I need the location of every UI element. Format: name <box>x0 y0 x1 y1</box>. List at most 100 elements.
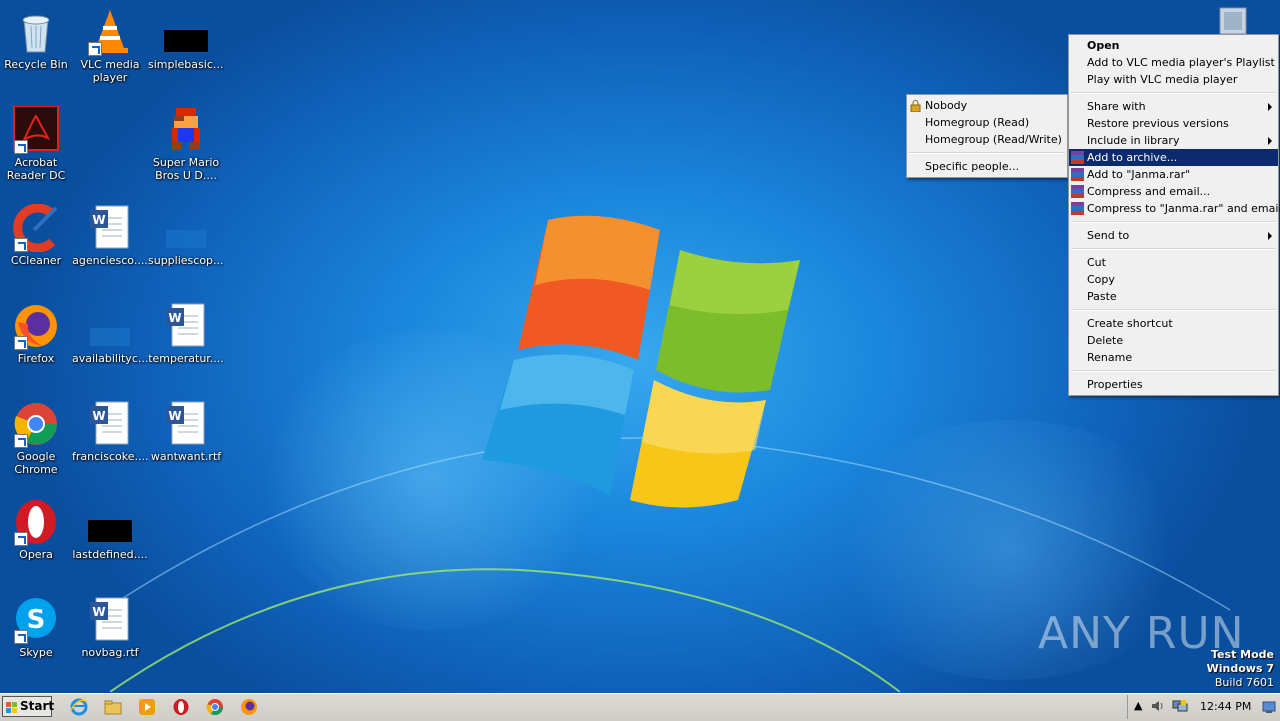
build-label: Build 7601 <box>1214 676 1274 689</box>
desktop-icon-word-doc[interactable]: W temperatur.... <box>148 302 224 365</box>
menu-item-delete[interactable]: Delete <box>1069 332 1278 349</box>
shortcut-arrow-icon <box>14 336 28 350</box>
menu-item-copy[interactable]: Copy <box>1069 271 1278 288</box>
menu-item-restore-previous[interactable]: Restore previous versions <box>1069 115 1278 132</box>
menu-item-add-vlc-playlist[interactable]: Add to VLC media player's Playlist <box>1069 54 1278 71</box>
desktop-icon-label: Opera <box>19 548 53 561</box>
menu-item-include-library[interactable]: Include in library <box>1069 132 1278 149</box>
show-desktop-icon[interactable] <box>1262 700 1276 717</box>
blank-file-icon <box>86 498 134 546</box>
show-hidden-icons-icon[interactable]: ▲ <box>1134 699 1142 712</box>
menu-item-properties[interactable]: Properties <box>1069 376 1278 393</box>
desktop-icon-label: Recycle Bin <box>4 58 68 71</box>
menu-separator <box>1071 221 1276 223</box>
menu-item-add-archive[interactable]: Add to archive... <box>1069 149 1278 166</box>
menu-item-specific-people[interactable]: Specific people... <box>907 158 1067 175</box>
blank-file-icon <box>162 204 210 252</box>
winrar-icon <box>1071 202 1084 215</box>
desktop-icon-label: franciscoke.... <box>72 450 148 463</box>
desktop-icon-skype[interactable]: S Skype <box>0 596 74 659</box>
winrar-icon <box>1071 185 1084 198</box>
desktop-icon-label: agenciesco.... <box>72 254 148 267</box>
svg-text:W: W <box>92 409 105 423</box>
desktop-icon-word-doc[interactable]: W novbag.rtf <box>72 596 148 659</box>
opera-icon[interactable] <box>172 698 190 716</box>
menu-separator <box>909 152 1065 154</box>
ie-icon[interactable] <box>70 698 88 716</box>
blank-file-icon <box>162 8 210 56</box>
windows-flag-icon <box>6 701 18 720</box>
acrobat-icon <box>12 105 60 154</box>
menu-item-homegroup-read[interactable]: Homegroup (Read) <box>907 114 1067 131</box>
network-icon[interactable] <box>1172 699 1188 716</box>
desktop-icon-label: availabilityc.... <box>72 352 148 365</box>
menu-item-nobody[interactable]: Nobody <box>907 97 1067 114</box>
submenu-arrow-icon <box>1268 137 1272 145</box>
firefox-icon[interactable] <box>240 698 258 716</box>
svg-text:S: S <box>27 605 46 635</box>
svg-text:W: W <box>92 213 105 227</box>
recycle-bin-icon <box>12 8 60 56</box>
media-player-icon[interactable] <box>138 698 156 716</box>
menu-item-compress-email[interactable]: Compress and email... <box>1069 183 1278 200</box>
windows-logo <box>482 215 800 508</box>
chrome-icon[interactable] <box>206 698 224 716</box>
desktop-icon-word-doc[interactable]: W agenciesco.... <box>72 204 148 267</box>
word-doc-icon: W <box>162 302 210 350</box>
shortcut-arrow-icon <box>14 434 28 448</box>
desktop-icon-file[interactable]: availabilityc.... <box>72 302 148 365</box>
shortcut-arrow-icon <box>14 532 28 546</box>
desktop-icon-word-doc[interactable]: W wantwant.rtf <box>148 400 224 463</box>
svg-text:W: W <box>168 409 181 423</box>
menu-item-create-shortcut[interactable]: Create shortcut <box>1069 315 1278 332</box>
desktop-icon-label: Google Chrome <box>14 450 58 476</box>
desktop-icon-file[interactable]: suppliescop.... <box>148 204 224 267</box>
desktop-icon-label: suppliescop.... <box>148 254 224 267</box>
desktop-icon-firefox[interactable]: Firefox <box>0 302 74 365</box>
desktop-icon-file[interactable]: lastdefined.... <box>72 498 148 561</box>
desktop-icon-label: VLC media player <box>80 58 140 84</box>
desktop-icon-label: temperatur.... <box>148 352 224 365</box>
word-doc-icon: W <box>86 204 134 252</box>
desktop-icon-label: Firefox <box>17 352 55 365</box>
menu-item-homegroup-readwrite[interactable]: Homegroup (Read/Write) <box>907 131 1067 148</box>
menu-item-open[interactable]: Open <box>1069 37 1278 54</box>
menu-item-share-with[interactable]: Share with <box>1069 98 1278 115</box>
start-button[interactable]: Start <box>2 696 54 720</box>
menu-item-compress-rar-email[interactable]: Compress to "Janma.rar" and email <box>1069 200 1280 217</box>
blank-file-icon <box>86 302 134 350</box>
mario-icon <box>162 106 210 154</box>
desktop-icon-recycle-bin[interactable]: Recycle Bin <box>0 8 74 71</box>
context-menu: Open Add to VLC media player's Playlist … <box>1068 34 1280 396</box>
menu-item-paste[interactable]: Paste <box>1069 288 1278 305</box>
desktop-icon-label: CCleaner <box>10 254 62 267</box>
menu-separator <box>1071 248 1276 250</box>
desktop: Recycle Bin Acrobat Reader DC CCleaner F… <box>0 0 1280 692</box>
desktop-icon-vlc[interactable]: VLC media player <box>72 8 148 84</box>
menu-separator <box>1071 92 1276 94</box>
desktop-icon-file[interactable]: simplebasic.... <box>148 8 224 71</box>
shortcut-arrow-icon <box>14 238 28 252</box>
explorer-icon[interactable] <box>104 698 122 716</box>
share-with-submenu: Nobody Homegroup (Read) Homegroup (Read/… <box>906 94 1068 178</box>
system-tray: ▲ 12:44 PM <box>1127 695 1280 719</box>
clock[interactable]: 12:44 PM <box>1200 700 1251 713</box>
menu-item-play-vlc[interactable]: Play with VLC media player <box>1069 71 1278 88</box>
menu-item-cut[interactable]: Cut <box>1069 254 1278 271</box>
desktop-icon-mario[interactable]: Super Mario Bros U D.... <box>148 106 224 182</box>
menu-item-send-to[interactable]: Send to <box>1069 227 1278 244</box>
desktop-icon-word-doc[interactable]: W franciscoke.... <box>72 400 148 463</box>
desktop-icon-chrome[interactable]: Google Chrome <box>0 400 74 476</box>
menu-item-add-rar[interactable]: Add to "Janma.rar" <box>1069 166 1278 183</box>
desktop-icon-opera[interactable]: Opera <box>0 498 74 561</box>
volume-icon[interactable] <box>1150 699 1164 716</box>
desktop-icon-acrobat[interactable]: Acrobat Reader DC <box>0 105 74 182</box>
word-doc-icon: W <box>86 596 134 644</box>
test-mode-notice: Test Mode Windows 7 Build 7601 <box>1207 648 1274 690</box>
submenu-arrow-icon <box>1268 232 1272 240</box>
selected-file-icon[interactable] <box>1216 6 1250 36</box>
word-doc-icon: W <box>162 400 210 448</box>
menu-item-rename[interactable]: Rename <box>1069 349 1278 366</box>
lock-icon <box>909 99 922 113</box>
desktop-icon-ccleaner[interactable]: CCleaner <box>0 203 74 267</box>
